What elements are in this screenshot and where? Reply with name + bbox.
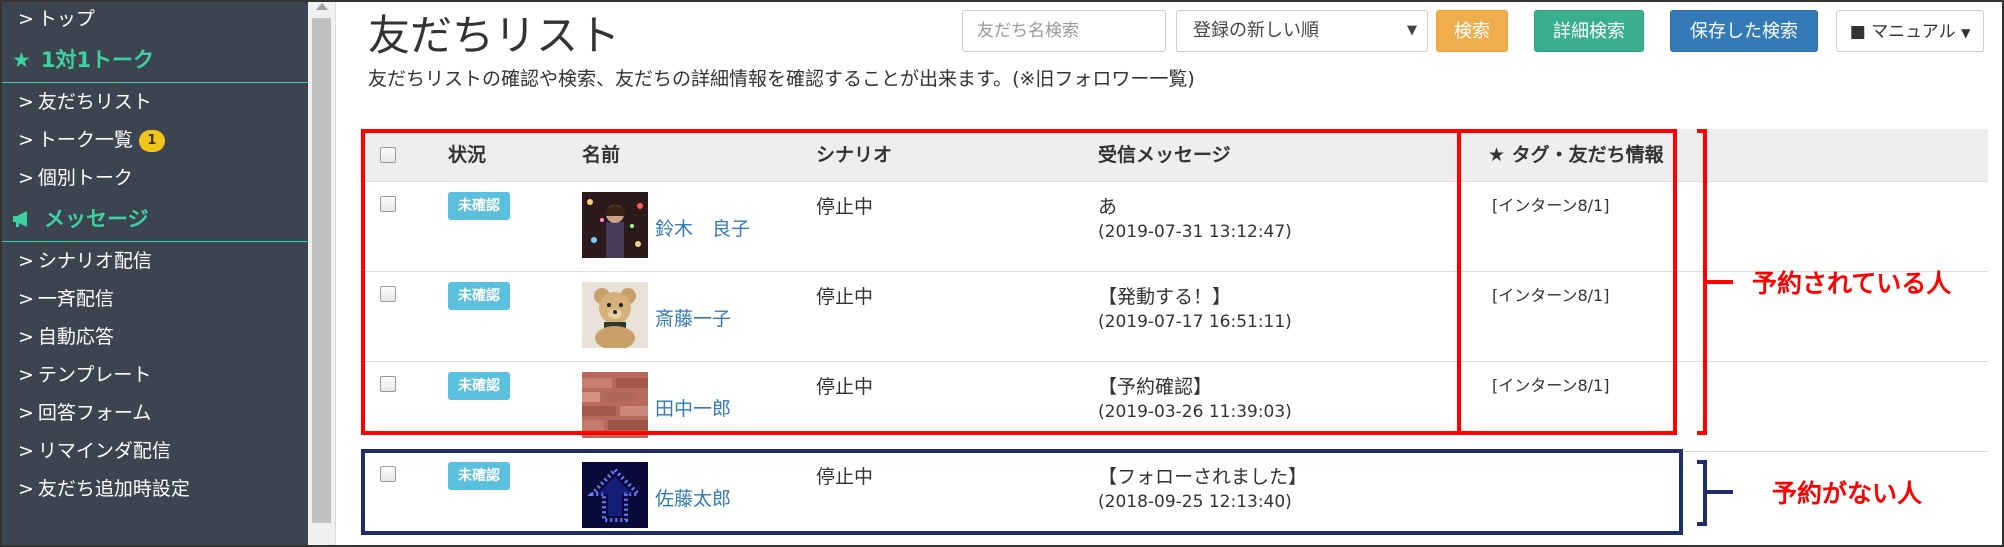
- scrollbar-thumb[interactable]: [312, 18, 331, 523]
- chevron-right-icon: >: [18, 478, 34, 500]
- page-title: 友だちリスト: [368, 11, 621, 60]
- sidebar-item-label: 友だち追加時設定: [37, 478, 190, 500]
- sidebar-item-friend-add-settings[interactable]: > 友だち追加時設定: [0, 470, 308, 508]
- reserved-annotation-label: 予約されている人: [1752, 269, 1952, 298]
- page-description: 友だちリストの確認や検索、友だちの詳細情報を確認することが出来ます。(※旧フォロ…: [368, 68, 1195, 90]
- sidebar-item-label: 回答フォーム: [37, 402, 152, 424]
- detail-search-button[interactable]: 詳細検索: [1534, 10, 1644, 52]
- sidebar-item-label: シナリオ配信: [37, 250, 152, 272]
- sidebar-item-broadcast[interactable]: > 一斉配信: [0, 280, 308, 318]
- sidebar-item-friend-list[interactable]: > 友だちリスト: [0, 83, 308, 121]
- chevron-right-icon: >: [18, 91, 34, 113]
- manual-dropdown-button[interactable]: ■ マニュアル ▼: [1836, 10, 1984, 52]
- chevron-right-icon: >: [18, 326, 34, 348]
- sidebar-scrollbar[interactable]: [308, 0, 336, 547]
- book-icon: ■: [1849, 22, 1866, 42]
- search-button[interactable]: 検索: [1436, 10, 1508, 52]
- not-reserved-bracket: [1697, 460, 1707, 526]
- manual-button-label: マニュアル: [1871, 22, 1956, 42]
- sidebar-section-message: メッセージ: [0, 197, 308, 242]
- scroll-up-arrow-icon[interactable]: [316, 3, 328, 10]
- chevron-down-icon: ▼: [1407, 23, 1417, 38]
- chevron-right-icon: >: [18, 250, 34, 272]
- sidebar-item-label: 友だちリスト: [37, 91, 152, 113]
- sidebar-item-answer-form[interactable]: > 回答フォーム: [0, 394, 308, 432]
- chevron-right-icon: >: [18, 440, 34, 462]
- sidebar-item-template[interactable]: > テンプレート: [0, 356, 308, 394]
- not-reserved-highlight-box: [361, 449, 1683, 535]
- sidebar-item-label: リマインダ配信: [37, 440, 171, 462]
- sidebar-item-top[interactable]: > トップ: [0, 0, 308, 38]
- not-reserved-annotation-label: 予約がない人: [1772, 479, 1923, 508]
- sidebar-item-label: 個別トーク: [37, 167, 133, 189]
- saved-search-button[interactable]: 保存した検索: [1670, 10, 1818, 52]
- megaphone-icon: [12, 207, 34, 231]
- sidebar-section-label: 1対1トーク: [40, 48, 155, 72]
- not-reserved-bracket-tick: [1707, 490, 1733, 494]
- sidebar-item-label: 自動応答: [37, 326, 114, 348]
- sidebar: > トップ ★ 1対1トーク > 友だちリスト > トーク一覧 1 > 個別トーク メッセー…: [0, 0, 308, 547]
- chevron-right-icon: >: [18, 8, 34, 30]
- sidebar-item-label: トップ: [37, 8, 95, 30]
- chevron-right-icon: >: [18, 129, 34, 151]
- sidebar-section-label: メッセージ: [44, 207, 149, 231]
- sidebar-item-label: トーク一覧: [37, 129, 133, 151]
- sort-order-select[interactable]: 登録の新しい順 ▼: [1176, 10, 1428, 52]
- reserved-bracket-tick: [1707, 280, 1733, 284]
- star-icon: ★: [12, 48, 31, 72]
- reserved-bracket: [1697, 129, 1707, 435]
- reserved-tag-column-highlight: [1457, 129, 1677, 435]
- unread-count-badge: 1: [138, 129, 165, 152]
- sort-order-value: 登録の新しい順: [1193, 20, 1319, 41]
- chevron-right-icon: >: [18, 364, 34, 386]
- sidebar-item-reminder[interactable]: > リマインダ配信: [0, 432, 308, 470]
- chevron-right-icon: >: [18, 402, 34, 424]
- sidebar-section-one-on-one-talk: ★ 1対1トーク: [0, 38, 308, 83]
- sidebar-item-individual-talk[interactable]: > 個別トーク: [0, 159, 308, 197]
- chevron-right-icon: >: [18, 288, 34, 310]
- sidebar-item-label: テンプレート: [37, 364, 152, 386]
- sidebar-item-talk-list[interactable]: > トーク一覧 1: [0, 121, 308, 159]
- sidebar-item-label: 一斉配信: [37, 288, 114, 310]
- sidebar-item-scenario-delivery[interactable]: > シナリオ配信: [0, 242, 308, 280]
- caret-down-icon: ▼: [1961, 26, 1971, 40]
- sidebar-item-auto-reply[interactable]: > 自動応答: [0, 318, 308, 356]
- friend-name-search-input[interactable]: [962, 10, 1166, 52]
- chevron-right-icon: >: [18, 167, 34, 189]
